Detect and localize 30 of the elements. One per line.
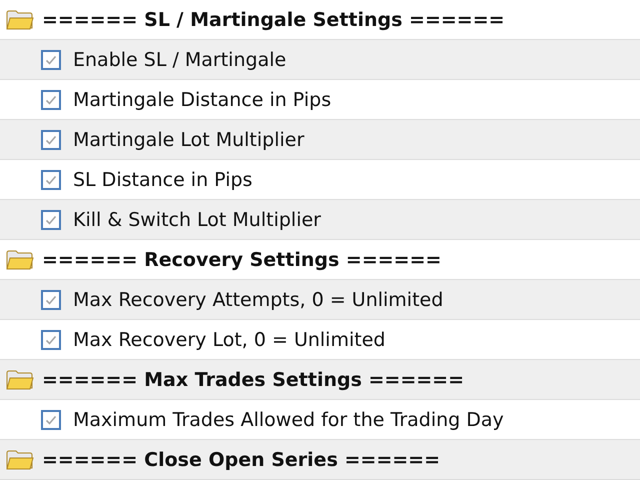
- setting-label: Kill & Switch Lot Multiplier: [73, 208, 321, 230]
- folder-icon: [6, 10, 34, 30]
- checkbox[interactable]: [41, 290, 61, 310]
- setting-label: Max Recovery Attempts, 0 = Unlimited: [73, 288, 444, 310]
- checkbox[interactable]: [41, 410, 61, 430]
- checkbox[interactable]: [41, 170, 61, 190]
- setting-row[interactable]: Max Recovery Attempts, 0 = Unlimited: [0, 280, 640, 320]
- group-row[interactable]: ====== Max Trades Settings ======: [0, 360, 640, 400]
- setting-row[interactable]: Martingale Lot Multiplier: [0, 120, 640, 160]
- setting-label: SL Distance in Pips: [73, 168, 252, 190]
- group-title: ====== Recovery Settings ======: [42, 248, 442, 270]
- folder-icon: [6, 370, 34, 390]
- folder-icon: [6, 250, 34, 270]
- group-title: ====== Close Open Series ======: [42, 448, 440, 470]
- setting-label: Martingale Lot Multiplier: [73, 128, 304, 150]
- setting-label: Max Recovery Lot, 0 = Unlimited: [73, 328, 386, 350]
- setting-label: Enable SL / Martingale: [73, 48, 286, 70]
- folder-icon: [6, 450, 34, 470]
- setting-row[interactable]: Kill & Switch Lot Multiplier: [0, 200, 640, 240]
- setting-label: Maximum Trades Allowed for the Trading Day: [73, 408, 504, 430]
- checkbox[interactable]: [41, 90, 61, 110]
- checkbox[interactable]: [41, 330, 61, 350]
- setting-label: Martingale Distance in Pips: [73, 88, 332, 110]
- checkbox[interactable]: [41, 130, 61, 150]
- group-title: ====== Max Trades Settings ======: [42, 368, 464, 390]
- setting-row[interactable]: Enable SL / Martingale: [0, 40, 640, 80]
- group-row[interactable]: ====== Close Open Series ======: [0, 440, 640, 480]
- checkbox[interactable]: [41, 50, 61, 70]
- group-title: ====== SL / Martingale Settings ======: [42, 8, 505, 30]
- checkbox[interactable]: [41, 210, 61, 230]
